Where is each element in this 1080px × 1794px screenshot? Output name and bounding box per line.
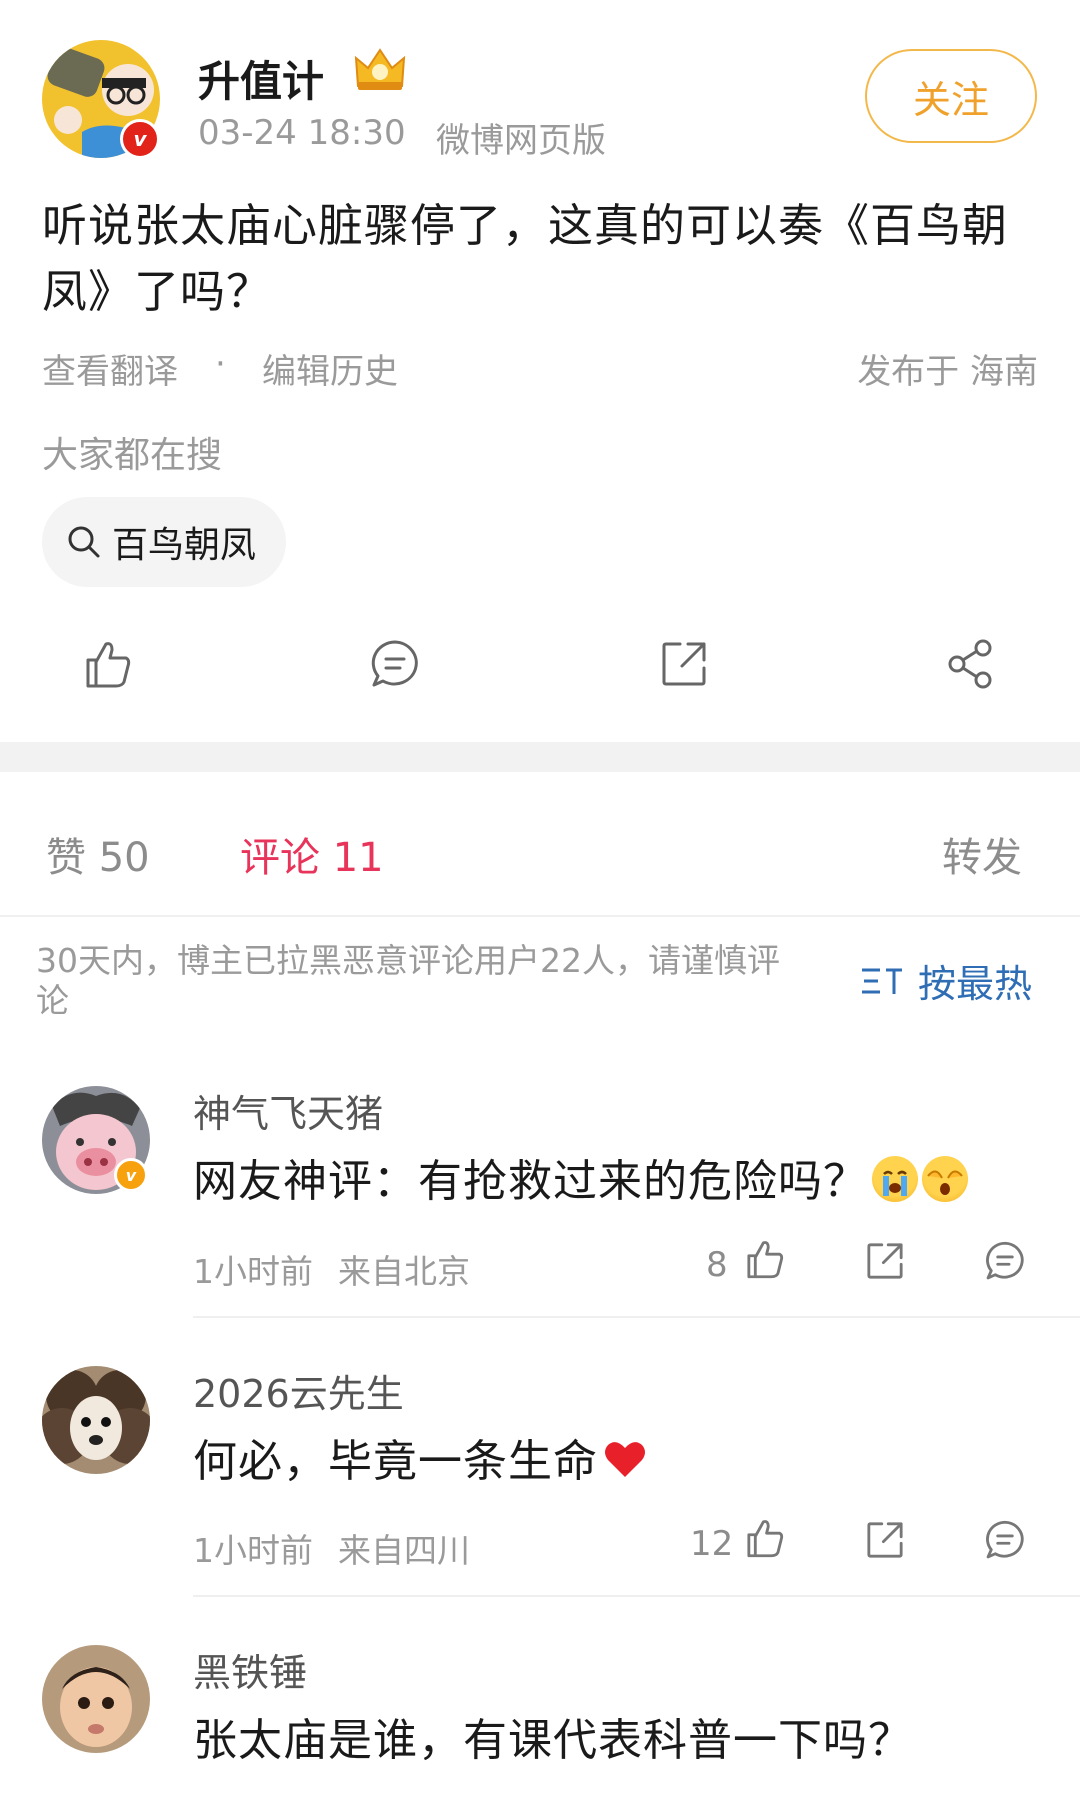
sort-label: 按最热 — [918, 962, 1033, 1006]
repost-icon[interactable] — [864, 1240, 906, 1286]
tab-comments[interactable]: 评论 11 — [240, 825, 384, 883]
like-icon[interactable] — [744, 1517, 786, 1563]
comment-from: 来自北京 — [338, 1252, 470, 1291]
tab-reposts[interactable]: 转发 — [942, 825, 1022, 883]
comment-icon[interactable] — [369, 638, 421, 690]
post-location: 发布于 海南 — [857, 352, 1038, 392]
comment-from: 来自四川 — [338, 1531, 470, 1570]
sort-hot-button[interactable]: 按最热 — [860, 953, 1032, 1008]
comment-avatar[interactable] — [42, 1366, 150, 1474]
section-divider — [0, 742, 1080, 772]
comment-author[interactable]: 2026云先生 — [193, 1363, 404, 1418]
search-icon — [66, 524, 102, 560]
sort-icon — [860, 964, 904, 998]
post-time: 03-24 18:30 — [198, 113, 406, 153]
comment-time: 1小时前 — [193, 1252, 313, 1291]
blocked-users-notice: 30天内，博主已拉黑恶意评论用户22人，请谨慎评论 — [36, 941, 780, 1020]
edit-history-link[interactable]: 编辑历史 — [262, 344, 398, 393]
comment-author[interactable]: 神气飞天猪 — [193, 1083, 383, 1138]
repost-icon[interactable] — [864, 1519, 906, 1565]
share-icon[interactable] — [945, 638, 997, 690]
comment-text: 张太庙是谁，有课代表科普一下吗？ — [193, 1715, 913, 1766]
comment-text: 网友神评：有抢救过来的危险吗？ — [193, 1145, 968, 1209]
like-icon[interactable] — [82, 638, 134, 690]
red-heart-icon — [602, 1436, 648, 1482]
post-source: 微博网页版 — [436, 121, 606, 161]
comment-avatar[interactable] — [42, 1645, 150, 1753]
follow-button[interactable]: 关注 — [865, 49, 1037, 143]
comment-like-count: 12 — [690, 1524, 734, 1564]
comment-divider — [193, 1595, 1080, 1597]
comment-text: 何必，毕竟一条生命 — [193, 1425, 648, 1489]
comment-author[interactable]: 黑铁锤 — [193, 1642, 307, 1697]
crown-level-icon — [352, 46, 408, 98]
translate-link[interactable]: 查看翻译 — [42, 344, 178, 393]
comment-like-count: 8 — [706, 1245, 728, 1285]
search-chip-label: 百鸟朝凤 — [112, 525, 257, 566]
tab-likes[interactable]: 赞 50 — [46, 825, 150, 883]
tabs-divider — [0, 915, 1080, 917]
reply-icon[interactable] — [984, 1240, 1026, 1286]
post-text: 听说张太庙心脏骤停了，这真的可以奏《百鸟朝凤》了吗？ — [42, 199, 1009, 318]
verified-badge-icon: v — [114, 1158, 148, 1192]
author-name[interactable]: 升值计 — [198, 48, 324, 109]
comment-text-content: 网友神评：有抢救过来的危险吗？ — [193, 1156, 868, 1207]
reply-icon[interactable] — [984, 1519, 1026, 1565]
verified-badge-icon: v — [120, 119, 160, 159]
search-heading: 大家都在搜 — [42, 435, 223, 476]
hot-search-chip[interactable]: 百鸟朝凤 — [42, 497, 287, 587]
comment-divider — [193, 1316, 1080, 1318]
separator-dot: · — [215, 344, 226, 384]
crying-face-icon — [872, 1156, 918, 1202]
like-icon[interactable] — [744, 1238, 786, 1284]
comment-text-content: 何必，毕竟一条生命 — [193, 1436, 598, 1487]
repost-icon[interactable] — [658, 638, 710, 690]
comment-time: 1小时前 — [193, 1531, 313, 1570]
shocked-face-icon — [922, 1156, 968, 1202]
